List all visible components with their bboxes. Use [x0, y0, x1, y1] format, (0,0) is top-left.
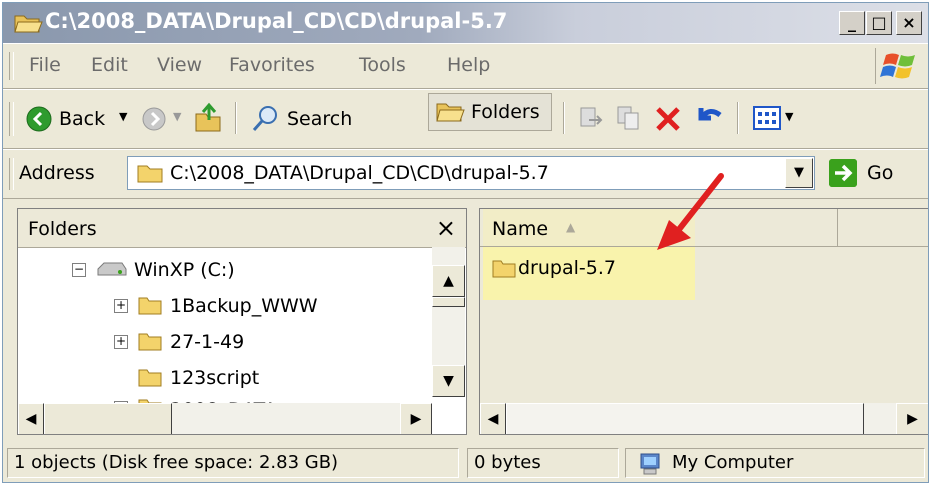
address-value[interactable]: C:\2008_DATA\Drupal_CD\CD\drupal-5.7 [170, 162, 549, 184]
tree-item-label: WinXP (C:) [134, 259, 235, 281]
folders-pane-header: Folders × [18, 209, 466, 248]
tree-item-label: 27-1-49 [170, 331, 245, 353]
toolbar-separator [563, 102, 565, 134]
tree-item-winxp[interactable]: − WinXP (C:) [18, 257, 428, 287]
file-item-label: drupal-5.7 [518, 257, 616, 279]
tree-item-27-1-49[interactable]: + 27-1-49 [18, 329, 428, 359]
folders-pane-title: Folders [28, 218, 97, 240]
scroll-thumb[interactable] [506, 403, 864, 434]
folder-icon [138, 333, 162, 351]
collapse-icon[interactable]: − [72, 263, 86, 277]
folder-icon [138, 297, 162, 315]
menu-help[interactable]: Help [447, 54, 490, 76]
windows-logo [875, 48, 920, 84]
views-dropdown-icon[interactable]: ▼ [785, 110, 793, 123]
window-title: C:\2008_DATA\Drupal_CD\CD\drupal-5.7 [45, 9, 508, 33]
explorer-window: C:\2008_DATA\Drupal_CD\CD\drupal-5.7 _ □… [2, 2, 929, 483]
up-folder-icon[interactable] [193, 102, 223, 134]
scroll-thumb[interactable] [44, 403, 172, 434]
status-location-cell: My Computer [625, 448, 925, 478]
status-location: My Computer [672, 452, 794, 473]
folder-open-icon [14, 15, 43, 33]
column-header-label: Name [492, 218, 549, 240]
views-icon[interactable] [753, 106, 783, 130]
forward-dropdown-icon[interactable]: ▼ [173, 110, 181, 123]
menu-edit[interactable]: Edit [91, 54, 128, 76]
folders-horizontal-scrollbar[interactable]: ◀ ▶ [18, 403, 432, 434]
status-objects: 1 objects (Disk free space: 2.83 GB) [7, 448, 459, 478]
back-button[interactable]: Back [59, 108, 105, 130]
go-arrow-icon[interactable] [829, 159, 857, 187]
toolbar-separator [235, 102, 237, 134]
toolbar-separator [737, 102, 739, 134]
scroll-up-button[interactable]: ▲ [432, 265, 465, 297]
undo-icon[interactable] [693, 102, 725, 132]
windows-flag-icon [880, 53, 915, 79]
copy-to-icon[interactable] [615, 104, 643, 132]
menu-tools[interactable]: Tools [359, 54, 406, 76]
expand-icon[interactable]: + [114, 335, 128, 349]
folders-button[interactable]: Folders [471, 101, 540, 123]
scroll-left-button[interactable]: ◀ [480, 403, 506, 434]
menu-file[interactable]: File [29, 54, 61, 76]
title-bar[interactable]: C:\2008_DATA\Drupal_CD\CD\drupal-5.7 _ □… [3, 3, 928, 43]
move-to-icon[interactable] [577, 104, 605, 132]
scroll-down-button[interactable]: ▼ [432, 365, 465, 397]
folder-icon [138, 369, 162, 387]
red-arrow-icon [657, 173, 724, 250]
status-size: 0 bytes [467, 448, 619, 478]
go-button[interactable]: Go [867, 162, 893, 184]
sort-ascending-icon: ▲ [566, 220, 576, 234]
folder-icon [137, 165, 163, 183]
address-dropdown-button[interactable]: ▼ [785, 158, 813, 188]
address-grip [9, 158, 14, 190]
close-pane-icon[interactable]: × [436, 214, 456, 242]
address-label: Address [19, 162, 95, 184]
folder-icon [492, 260, 516, 278]
file-list-horizontal-scrollbar[interactable]: ◀ ▶ [480, 403, 928, 434]
folders-vertical-scrollbar[interactable]: ▲ ▼ [432, 247, 465, 397]
close-button[interactable]: × [896, 11, 922, 35]
column-header-empty[interactable] [838, 209, 928, 247]
menu-favorites[interactable]: Favorites [229, 54, 315, 76]
tree-item-123script[interactable]: 123script [18, 365, 428, 395]
forward-arrow-icon[interactable] [141, 106, 167, 132]
delete-icon[interactable] [653, 104, 683, 134]
back-dropdown-icon[interactable]: ▼ [119, 110, 127, 123]
folders-pane: Folders × − WinXP (C:) + 1Backup_WWW + 2… [17, 208, 467, 435]
minimize-button[interactable]: _ [839, 11, 865, 35]
expand-icon[interactable]: + [114, 299, 128, 313]
tree-item-label: 1Backup_WWW [170, 295, 318, 317]
tree-item-label: 123script [170, 367, 260, 389]
scroll-thumb[interactable] [432, 297, 465, 307]
scroll-right-button[interactable]: ▶ [400, 403, 432, 434]
standard-toolbar: Back ▼ ▼ Search Folders ▼ [3, 89, 928, 149]
address-bar: Address C:\2008_DATA\Drupal_CD\CD\drupal… [3, 149, 928, 199]
tree-item-1backup[interactable]: + 1Backup_WWW [18, 293, 428, 323]
my-computer-icon [640, 453, 660, 475]
menu-view[interactable]: View [157, 54, 202, 76]
file-item-drupal[interactable]: drupal-5.7 [488, 255, 678, 283]
search-icon[interactable] [251, 104, 281, 134]
status-bar: 1 objects (Disk free space: 2.83 GB) 0 b… [3, 444, 928, 482]
scroll-right-button[interactable]: ▶ [896, 403, 928, 434]
folders-button-frame[interactable]: Folders [428, 93, 552, 131]
scroll-left-button[interactable]: ◀ [18, 403, 44, 434]
drive-icon [97, 262, 127, 276]
menu-grip [9, 52, 14, 80]
menu-bar: File Edit View Favorites Tools Help [3, 43, 928, 89]
search-button[interactable]: Search [287, 108, 352, 130]
toolbar-grip [9, 102, 14, 136]
maximize-button[interactable]: □ [866, 11, 892, 35]
back-arrow-icon[interactable] [25, 105, 53, 133]
folders-icon [436, 103, 465, 122]
